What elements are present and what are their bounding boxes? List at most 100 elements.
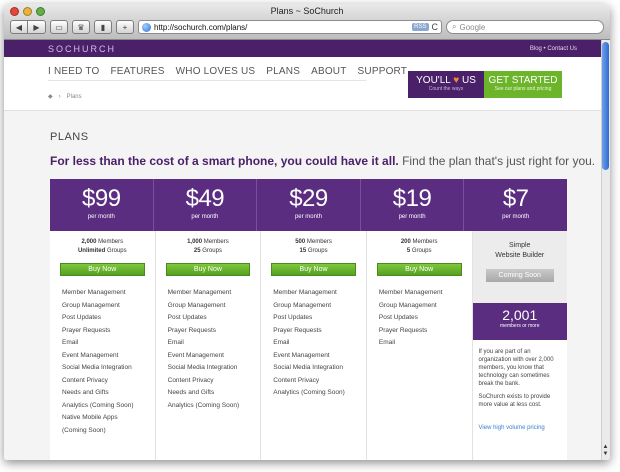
feature-item: Social Media Integration [62,364,132,371]
simple-plan-line1: Simple [509,242,531,249]
plan-price: $29 [289,185,328,212]
search-icon: ⌕ [452,22,457,31]
site-logo[interactable]: SOCHURCH [48,44,116,54]
feature-item: Analytics (Coming Soon) [167,401,240,409]
nav-features[interactable]: FEATURES [110,66,164,77]
browser-toolbar: ◀ ▶ ▭ ♛ ▮ + http://sochurch.com/plans/ R… [10,19,604,35]
groups-label: Groups [411,248,432,254]
page-tagline: For less than the cost of a smart phone,… [50,154,595,168]
bookmark-icon[interactable]: ▮ [94,20,112,34]
cta-go-title: GET STARTED [488,75,558,86]
volume-text-1: If you are part of an organization with … [478,349,554,387]
feature-item: Group Management [378,301,437,309]
plan-column: 1,000 Members 25 Groups Buy Now Member Mana… [156,231,262,460]
feature-list: Member Management Group Management Post Up… [273,287,366,400]
plan-price: $99 [82,185,121,212]
address-bar[interactable]: http://sochurch.com/plans/ RSS C [138,20,442,34]
forward-button[interactable]: ▶ [28,20,46,34]
url-text[interactable]: http://sochurch.com/plans/ [154,23,409,32]
volume-text-2: SoChurch exists to provide more value at… [478,394,551,408]
feature-item: Email [378,339,396,346]
back-button[interactable]: ◀ [10,20,28,34]
simple-plan-line2: Website Builder [495,252,545,259]
feature-item: Content Privacy [167,376,214,384]
nav-about[interactable]: ABOUT [311,66,346,77]
members-label: Members [98,239,124,245]
plan-limits: 200 Members 5 Groups [379,238,472,256]
feature-list: Member Management Group Management Post Up… [62,287,155,437]
nav-plans[interactable]: PLANS [266,66,300,77]
header-cta: YOU'LL ♥ US Count the ways GET STARTED S… [408,71,562,98]
pricing-table: $99 per month $49 per month $29 per month $… [50,179,567,460]
search-placeholder: Google [459,22,486,32]
feature-item: Group Management [273,301,332,309]
tagline-rest: Find the plan that's just right for you. [398,154,596,168]
plan-period: per month [398,214,426,220]
scroll-arrows-icon[interactable]: ▲ ▼ [601,444,610,458]
high-volume-pricing-link[interactable]: View high volume pricing [473,414,567,431]
feature-item: Prayer Requests [273,326,322,334]
plan-price: $19 [392,185,432,212]
members-count: 500 [295,239,306,245]
buy-now-button[interactable]: Buy Now [271,263,356,276]
feature-item: Prayer Requests [62,326,111,334]
members-label: Members [203,239,229,245]
breadcrumb: ◆ › Plans [48,93,82,101]
page-title: PLANS [50,131,89,143]
feature-item: Post Updates [378,314,418,321]
feature-item: Member Management [167,289,232,296]
search-field[interactable]: ⌕ Google [446,20,604,34]
home-icon[interactable]: ◆ [48,93,53,100]
top-links[interactable]: Blog • Contact Us [530,46,577,52]
vertical-scrollbar[interactable]: ▲ ▼ [601,40,610,460]
youll-love-us-button[interactable]: YOU'LL ♥ US Count the ways [408,71,484,98]
tagline-strong: For less than the cost of a smart phone,… [50,154,399,168]
scroll-thumb[interactable] [602,42,609,170]
buy-now-button[interactable]: Buy Now [60,263,145,276]
members-label: Members [306,239,332,245]
history-buttons: ◀ ▶ [10,20,46,34]
get-started-button[interactable]: GET STARTED See our plans and pricing [484,71,562,98]
plan-limits: 2,000 Members Unlimited Groups [62,238,155,256]
buy-now-button[interactable]: Buy Now [165,263,251,276]
feature-item: Email [273,339,290,346]
plan-limits: 500 Members 15 Groups [273,238,366,256]
feature-item: Email [167,339,184,346]
feature-item: (Coming Soon) [62,426,106,434]
heart-icon: ♥ [453,75,460,86]
groups-count: 25 [193,248,201,254]
groups-count: Unlimited [77,248,106,254]
feature-list: Member Management Group Management Post Up… [379,287,472,350]
reload-icon[interactable]: C [432,22,439,32]
price-cell-99: $99 per month [50,179,154,231]
cta-you-title: YOU'LL [416,75,451,86]
groups-count: 5 [406,248,411,254]
buy-now-button[interactable]: Buy Now [376,263,462,276]
feature-item: Member Management [378,289,443,296]
groups-label: Groups [307,248,328,254]
price-cell-49: $49 per month [154,179,258,231]
nav-support[interactable]: SUPPORT [358,66,408,77]
nav-i-need-to[interactable]: I NEED TO [48,66,99,77]
price-cell-19: $19 per month [361,179,465,231]
plan-period: per month [294,214,322,220]
feature-item: Group Management [167,301,226,309]
crown-icon[interactable]: ♛ [72,20,90,34]
feature-item: Member Management [62,289,126,296]
screen-icon[interactable]: ▭ [50,20,68,34]
add-bookmark-button[interactable]: + [116,20,134,34]
rss-icon[interactable]: RSS [412,23,429,31]
price-cell-7: $7 per month [464,179,567,231]
feature-item: Native Mobile Apps [62,414,118,421]
site-topbar: SOCHURCH Blog • Contact Us [4,40,610,57]
nav-who-loves-us[interactable]: WHO LOVES US [176,66,256,77]
cta-you-subtitle: Count the ways [428,86,464,92]
plan-price: $49 [185,185,225,212]
feature-item: Social Media Integration [273,364,343,371]
coming-soon-button: Coming Soon [485,269,554,282]
members-count: 1,000 [187,239,203,245]
plan-period: per month [87,214,115,220]
members-count: 200 [400,239,411,245]
feature-item: Event Management [273,351,330,359]
browser-window: Plans ~ SoChurch ◀ ▶ ▭ ♛ ▮ + http://soch… [4,4,610,460]
